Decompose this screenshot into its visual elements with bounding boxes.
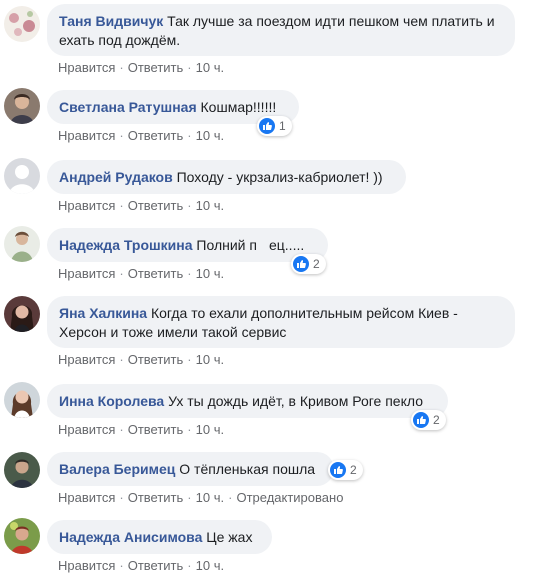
like-button[interactable]: Нравится bbox=[58, 422, 115, 437]
like-button[interactable]: Нравится bbox=[58, 60, 115, 75]
separator: · bbox=[119, 128, 124, 143]
reply-button[interactable]: Ответить bbox=[128, 352, 184, 367]
comment-actions: Нравится · Ответить · 10 ч. bbox=[58, 422, 224, 438]
comment-author[interactable]: Валера Беримец bbox=[59, 461, 175, 477]
reaction-count[interactable]: 1 bbox=[257, 116, 292, 136]
separator: · bbox=[119, 352, 124, 367]
reaction-number: 1 bbox=[279, 119, 286, 133]
comment-bubble: Андрей Рудаков Походу - укрзализ-кабриол… bbox=[47, 160, 406, 194]
comment-author[interactable]: Надежда Анисимова bbox=[59, 529, 202, 545]
separator: · bbox=[119, 266, 124, 281]
comment-text: Це жах bbox=[206, 529, 253, 545]
reply-button[interactable]: Ответить bbox=[128, 490, 184, 505]
comment-timestamp[interactable]: 10 ч. bbox=[196, 422, 224, 437]
comment-bubble: Инна Королева Ух ты дождь идёт, в Кривом… bbox=[47, 384, 448, 418]
comment-actions: Нравится · Ответить · 10 ч. · Отредактировано bbox=[58, 490, 343, 506]
separator: · bbox=[187, 352, 192, 367]
reaction-number: 2 bbox=[313, 257, 320, 271]
avatar[interactable] bbox=[4, 452, 40, 488]
comment-bubble: Надежда Анисимова Це жах bbox=[47, 520, 272, 554]
reaction-count[interactable]: 2 bbox=[328, 460, 363, 480]
comment-actions: Нравится · Ответить · 10 ч. bbox=[58, 266, 224, 282]
comment-timestamp[interactable]: 10 ч. bbox=[196, 558, 224, 573]
separator: · bbox=[119, 60, 124, 75]
edited-label[interactable]: Отредактировано bbox=[236, 490, 343, 505]
comment-text: Ух ты дождь идёт, в Кривом Роге пекло bbox=[168, 393, 423, 409]
reply-button[interactable]: Ответить bbox=[128, 198, 184, 213]
reply-button[interactable]: Ответить bbox=[128, 60, 184, 75]
reaction-number: 2 bbox=[350, 463, 357, 477]
comment-text: Кошмар!!!!!! bbox=[200, 99, 277, 115]
thumbs-up-icon bbox=[330, 462, 346, 478]
comment-author[interactable]: Андрей Рудаков bbox=[59, 169, 173, 185]
comment-bubble: Таня Видвичук Так лучше за поездом идти … bbox=[47, 4, 515, 56]
comment-actions: Нравится · Ответить · 10 ч. bbox=[58, 128, 224, 144]
like-button[interactable]: Нравится bbox=[58, 266, 115, 281]
separator: · bbox=[119, 422, 124, 437]
separator: · bbox=[187, 490, 192, 505]
comment-text-start: Полний п bbox=[196, 237, 257, 253]
comment-actions: Нравится · Ответить · 10 ч. bbox=[58, 558, 224, 574]
avatar[interactable] bbox=[4, 296, 40, 332]
comment-bubble: Яна Халкина Когда то ехали дополнительны… bbox=[47, 296, 515, 348]
comment-timestamp[interactable]: 10 ч. bbox=[196, 266, 224, 281]
separator: · bbox=[119, 490, 124, 505]
like-button[interactable]: Нравится bbox=[58, 198, 115, 213]
separator: · bbox=[187, 128, 192, 143]
reply-button[interactable]: Ответить bbox=[128, 422, 184, 437]
like-button[interactable]: Нравится bbox=[58, 490, 115, 505]
comment-timestamp[interactable]: 10 ч. bbox=[196, 490, 224, 505]
comment-bubble: Валера Беримец О тёпленькая пошла bbox=[47, 452, 334, 486]
separator: · bbox=[187, 60, 192, 75]
comment-author[interactable]: Яна Халкина bbox=[59, 305, 147, 321]
comment-author[interactable]: Таня Видвичук bbox=[59, 13, 163, 29]
comment-timestamp[interactable]: 10 ч. bbox=[196, 128, 224, 143]
comment-thread: Таня Видвичук Так лучше за поездом идти … bbox=[0, 0, 543, 585]
like-button[interactable]: Нравится bbox=[58, 558, 115, 573]
reaction-number: 2 bbox=[433, 413, 440, 427]
comment-bubble: Надежда Трошкина Полний п ец..... bbox=[47, 228, 328, 262]
like-button[interactable]: Нравится bbox=[58, 128, 115, 143]
comment-author[interactable]: Надежда Трошкина bbox=[59, 237, 193, 253]
thumbs-up-icon bbox=[293, 256, 309, 272]
avatar[interactable] bbox=[4, 6, 40, 42]
comment-text: Походу - укрзализ-кабриолет! )) bbox=[176, 169, 383, 185]
comment-actions: Нравится · Ответить · 10 ч. bbox=[58, 352, 224, 368]
comment-text-end: ец..... bbox=[268, 237, 305, 253]
thumbs-up-icon bbox=[413, 412, 429, 428]
separator: · bbox=[187, 422, 192, 437]
avatar[interactable] bbox=[4, 382, 40, 418]
censored-fragment bbox=[256, 239, 269, 254]
separator: · bbox=[187, 266, 192, 281]
reaction-count[interactable]: 2 bbox=[291, 254, 326, 274]
comment-actions: Нравится · Ответить · 10 ч. bbox=[58, 198, 224, 214]
separator: · bbox=[119, 198, 124, 213]
like-button[interactable]: Нравится bbox=[58, 352, 115, 367]
comment-author[interactable]: Светлана Ратушная bbox=[59, 99, 197, 115]
comment-timestamp[interactable]: 10 ч. bbox=[196, 352, 224, 367]
comment-timestamp[interactable]: 10 ч. bbox=[196, 198, 224, 213]
thumbs-up-icon bbox=[259, 118, 275, 134]
comment-author[interactable]: Инна Королева bbox=[59, 393, 164, 409]
comment-timestamp[interactable]: 10 ч. bbox=[196, 60, 224, 75]
comment-text: О тёпленькая пошла bbox=[179, 461, 316, 477]
avatar[interactable] bbox=[4, 518, 40, 554]
reply-button[interactable]: Ответить bbox=[128, 266, 184, 281]
avatar[interactable] bbox=[4, 158, 40, 194]
separator: · bbox=[187, 198, 192, 213]
reaction-count[interactable]: 2 bbox=[411, 410, 446, 430]
separator: · bbox=[187, 558, 192, 573]
reply-button[interactable]: Ответить bbox=[128, 128, 184, 143]
separator: · bbox=[119, 558, 124, 573]
separator: · bbox=[228, 490, 233, 505]
comment-text: Полний п ец..... bbox=[196, 237, 305, 254]
comment-actions: Нравится · Ответить · 10 ч. bbox=[58, 60, 224, 76]
reply-button[interactable]: Ответить bbox=[128, 558, 184, 573]
avatar[interactable] bbox=[4, 226, 40, 262]
avatar[interactable] bbox=[4, 88, 40, 124]
